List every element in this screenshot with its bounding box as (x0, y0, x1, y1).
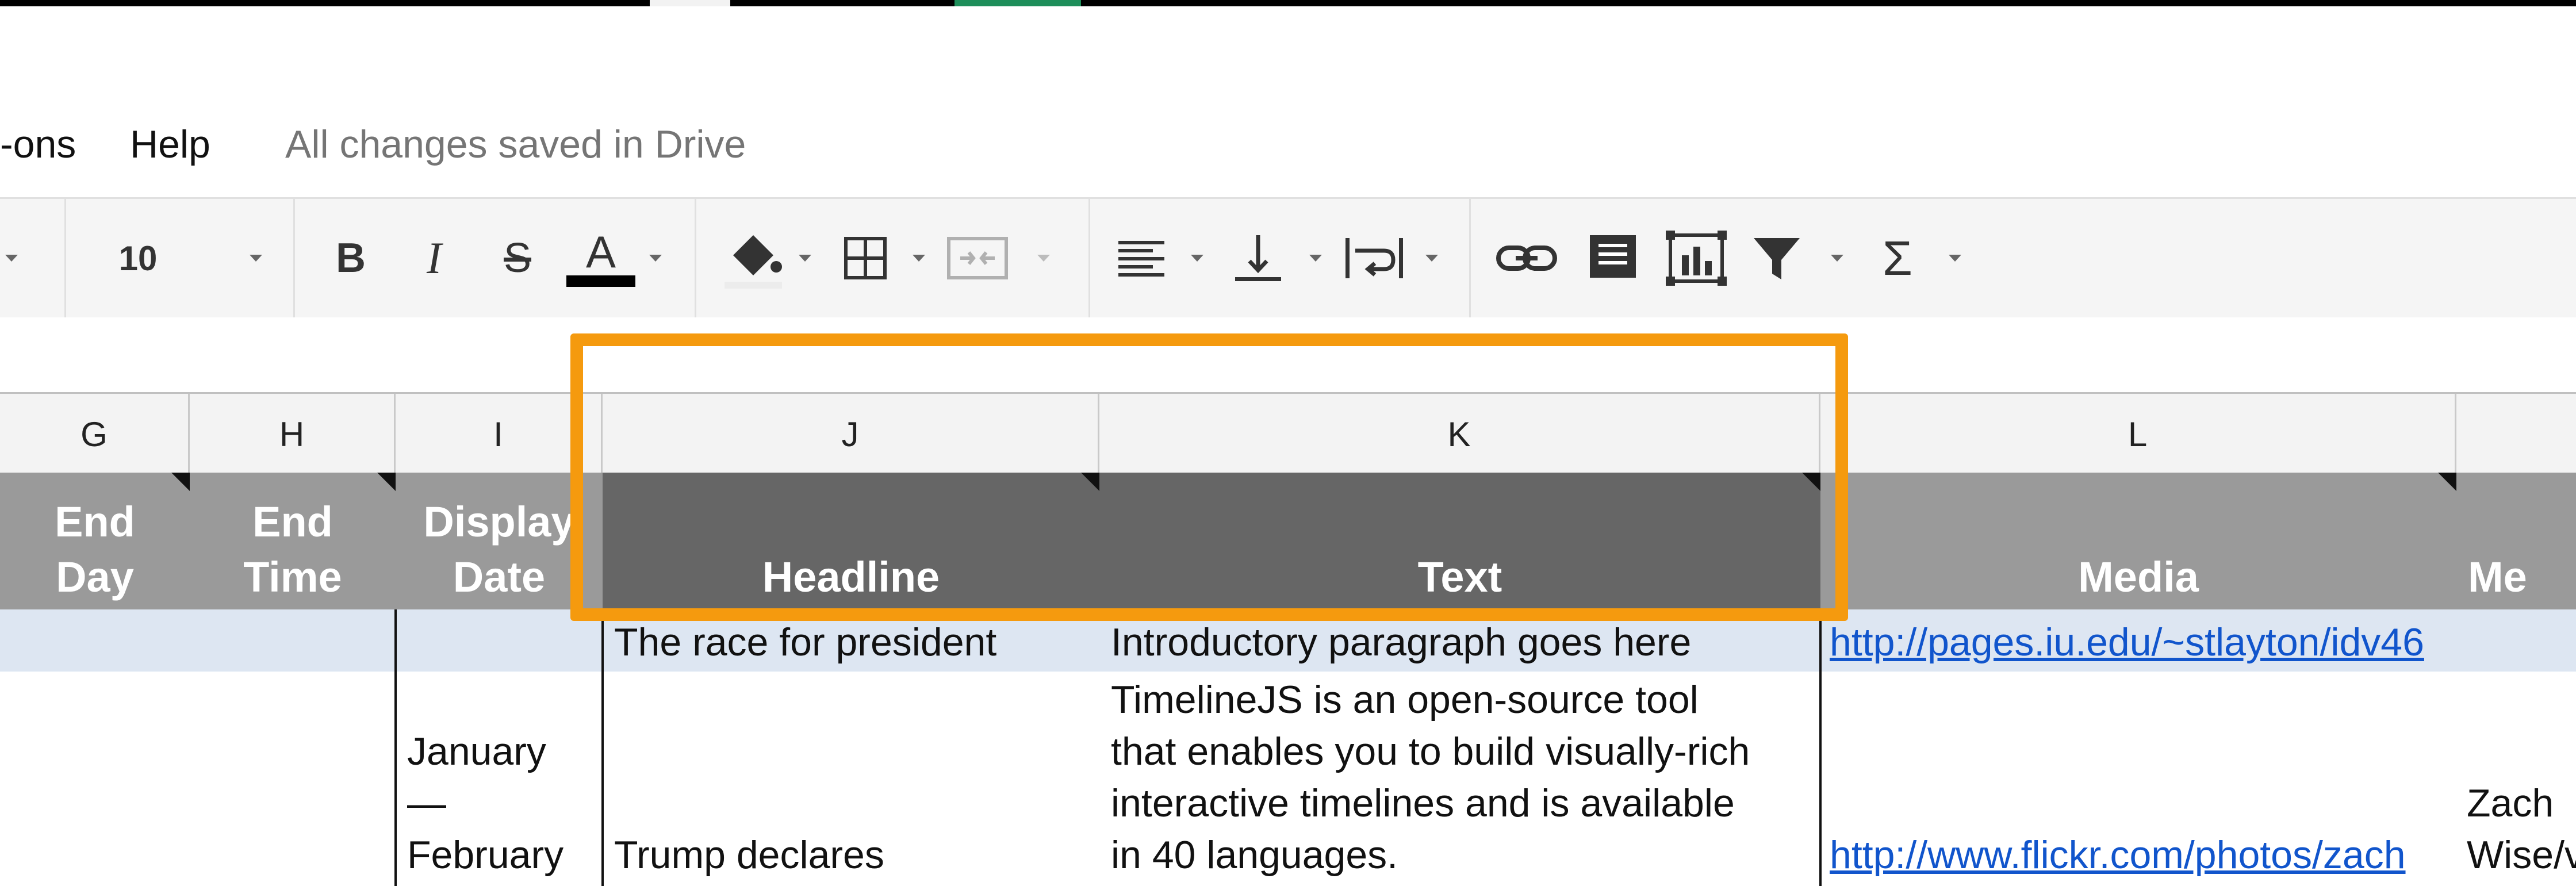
cell-text-r2-line2[interactable]: that enables you to build visually-rich (1111, 729, 1815, 774)
toolbar-separator (1088, 199, 1090, 317)
borders-caret[interactable] (907, 227, 930, 290)
menu-addons[interactable]: -ons (0, 122, 76, 167)
header-display-date-line1: Display (423, 498, 575, 546)
header-cell-end-day[interactable]: End Day (0, 473, 190, 609)
vertical-align-button[interactable] (1229, 227, 1287, 290)
cell-text-r2-line1[interactable]: TimelineJS is an open-source tool (1111, 677, 1815, 722)
chart-icon (1666, 231, 1727, 286)
align-left-icon (1118, 241, 1164, 277)
header-display-date-line2: Date (453, 553, 546, 601)
cell-headline-r1[interactable]: The race for president (614, 620, 1091, 665)
text-color-icon: A (585, 227, 616, 277)
font-dropdown-caret[interactable] (0, 227, 23, 290)
insert-chart-button[interactable] (1662, 227, 1731, 290)
save-status[interactable]: All changes saved in Drive (285, 122, 746, 167)
header-end-day-line2: Day (56, 553, 134, 601)
borders-icon (844, 237, 887, 279)
filter-icon (1754, 238, 1800, 279)
tab-strip-accent (954, 0, 1081, 6)
font-size-dropdown-caret[interactable] (241, 227, 270, 290)
cell-credit-r2-line2[interactable]: Wise/v (2467, 833, 2576, 877)
header-cell-media-credit[interactable]: Me (2456, 473, 2576, 609)
text-wrap-caret[interactable] (1420, 227, 1443, 290)
bold-button[interactable]: B (328, 227, 374, 290)
cell-text-r2-line4[interactable]: in 40 languages. (1111, 833, 1815, 877)
horizontal-align-caret[interactable] (1186, 227, 1209, 290)
header-end-time-line2: Time (243, 553, 342, 601)
cell-media-r2[interactable]: http://www.flickr.com/photos/zach (1830, 833, 2451, 877)
header-cell-end-time[interactable]: End Time (190, 473, 396, 609)
highlight-box (570, 333, 1848, 621)
borders-button[interactable] (837, 227, 894, 290)
merge-cells-button[interactable] (943, 227, 1012, 290)
cell-date-r2-line2[interactable]: — (407, 781, 597, 826)
column-header-l[interactable]: L (1820, 394, 2456, 474)
note-marker (171, 473, 190, 491)
insert-link-button[interactable] (1492, 227, 1561, 290)
header-end-day-line1: End (55, 498, 135, 546)
cell-border (601, 609, 604, 886)
text-wrap-button[interactable] (1340, 227, 1409, 290)
tab-strip-segment (650, 0, 730, 6)
font-size-value[interactable]: 10 (109, 227, 167, 290)
header-end-time-line1: End (252, 498, 333, 546)
cell-border (1819, 609, 1822, 886)
text-color-swatch (566, 275, 635, 287)
browser-top-strip (0, 0, 2576, 6)
vertical-align-caret[interactable] (1304, 227, 1327, 290)
cell-text-r1[interactable]: Introductory paragraph goes here (1111, 620, 1812, 665)
strikethrough-button[interactable]: S (494, 227, 540, 290)
header-media-credit-label: Me (2468, 553, 2527, 601)
text-wrap-icon (1346, 238, 1403, 278)
cell-media-r1[interactable]: http://pages.iu.edu/~stlayton/idv46 (1830, 620, 2451, 665)
cell-headline-r2[interactable]: Trump declares (614, 833, 1091, 877)
cell-border (394, 609, 397, 886)
toolbar-separator (1469, 199, 1471, 317)
filter-caret[interactable] (1826, 227, 1849, 290)
insert-comment-button[interactable] (1581, 227, 1644, 290)
column-header-g[interactable]: G (0, 394, 190, 474)
header-media-label: Media (2078, 553, 2199, 601)
link-icon (1496, 246, 1557, 271)
filter-button[interactable] (1745, 227, 1808, 290)
menu-help[interactable]: Help (130, 122, 210, 167)
cell-date-r2-line1[interactable]: January (407, 729, 597, 774)
cell-date-r2-line3[interactable]: February (407, 833, 597, 877)
horizontal-align-button[interactable] (1113, 227, 1170, 290)
note-marker (377, 473, 396, 491)
note-marker (2438, 473, 2456, 491)
column-header-h[interactable]: H (190, 394, 396, 474)
merge-cells-caret[interactable] (1032, 227, 1055, 290)
toolbar-separator (293, 199, 295, 317)
column-header-m[interactable] (2456, 394, 2576, 474)
fill-color-caret[interactable] (793, 227, 816, 290)
functions-caret[interactable] (1943, 227, 1966, 290)
toolbar-separator (695, 199, 696, 317)
cell-credit-r2-line1[interactable]: Zach (2467, 781, 2576, 826)
toolbar-separator (64, 199, 66, 317)
functions-button[interactable]: Σ (1872, 227, 1923, 290)
text-color-button[interactable]: A (564, 227, 638, 290)
align-bottom-icon (1235, 235, 1281, 281)
italic-button[interactable]: I (411, 227, 457, 290)
header-cell-media[interactable]: Media (1820, 473, 2456, 609)
fill-color-button[interactable] (716, 227, 791, 290)
comment-icon (1590, 235, 1636, 278)
cell-text-r2-line3[interactable]: interactive timelines and is available (1111, 781, 1815, 826)
merge-cells-icon (947, 237, 1008, 279)
text-color-caret[interactable] (644, 227, 667, 290)
paint-bucket-icon (724, 235, 782, 289)
toolbar: 10 B I S A Σ (0, 197, 2576, 319)
